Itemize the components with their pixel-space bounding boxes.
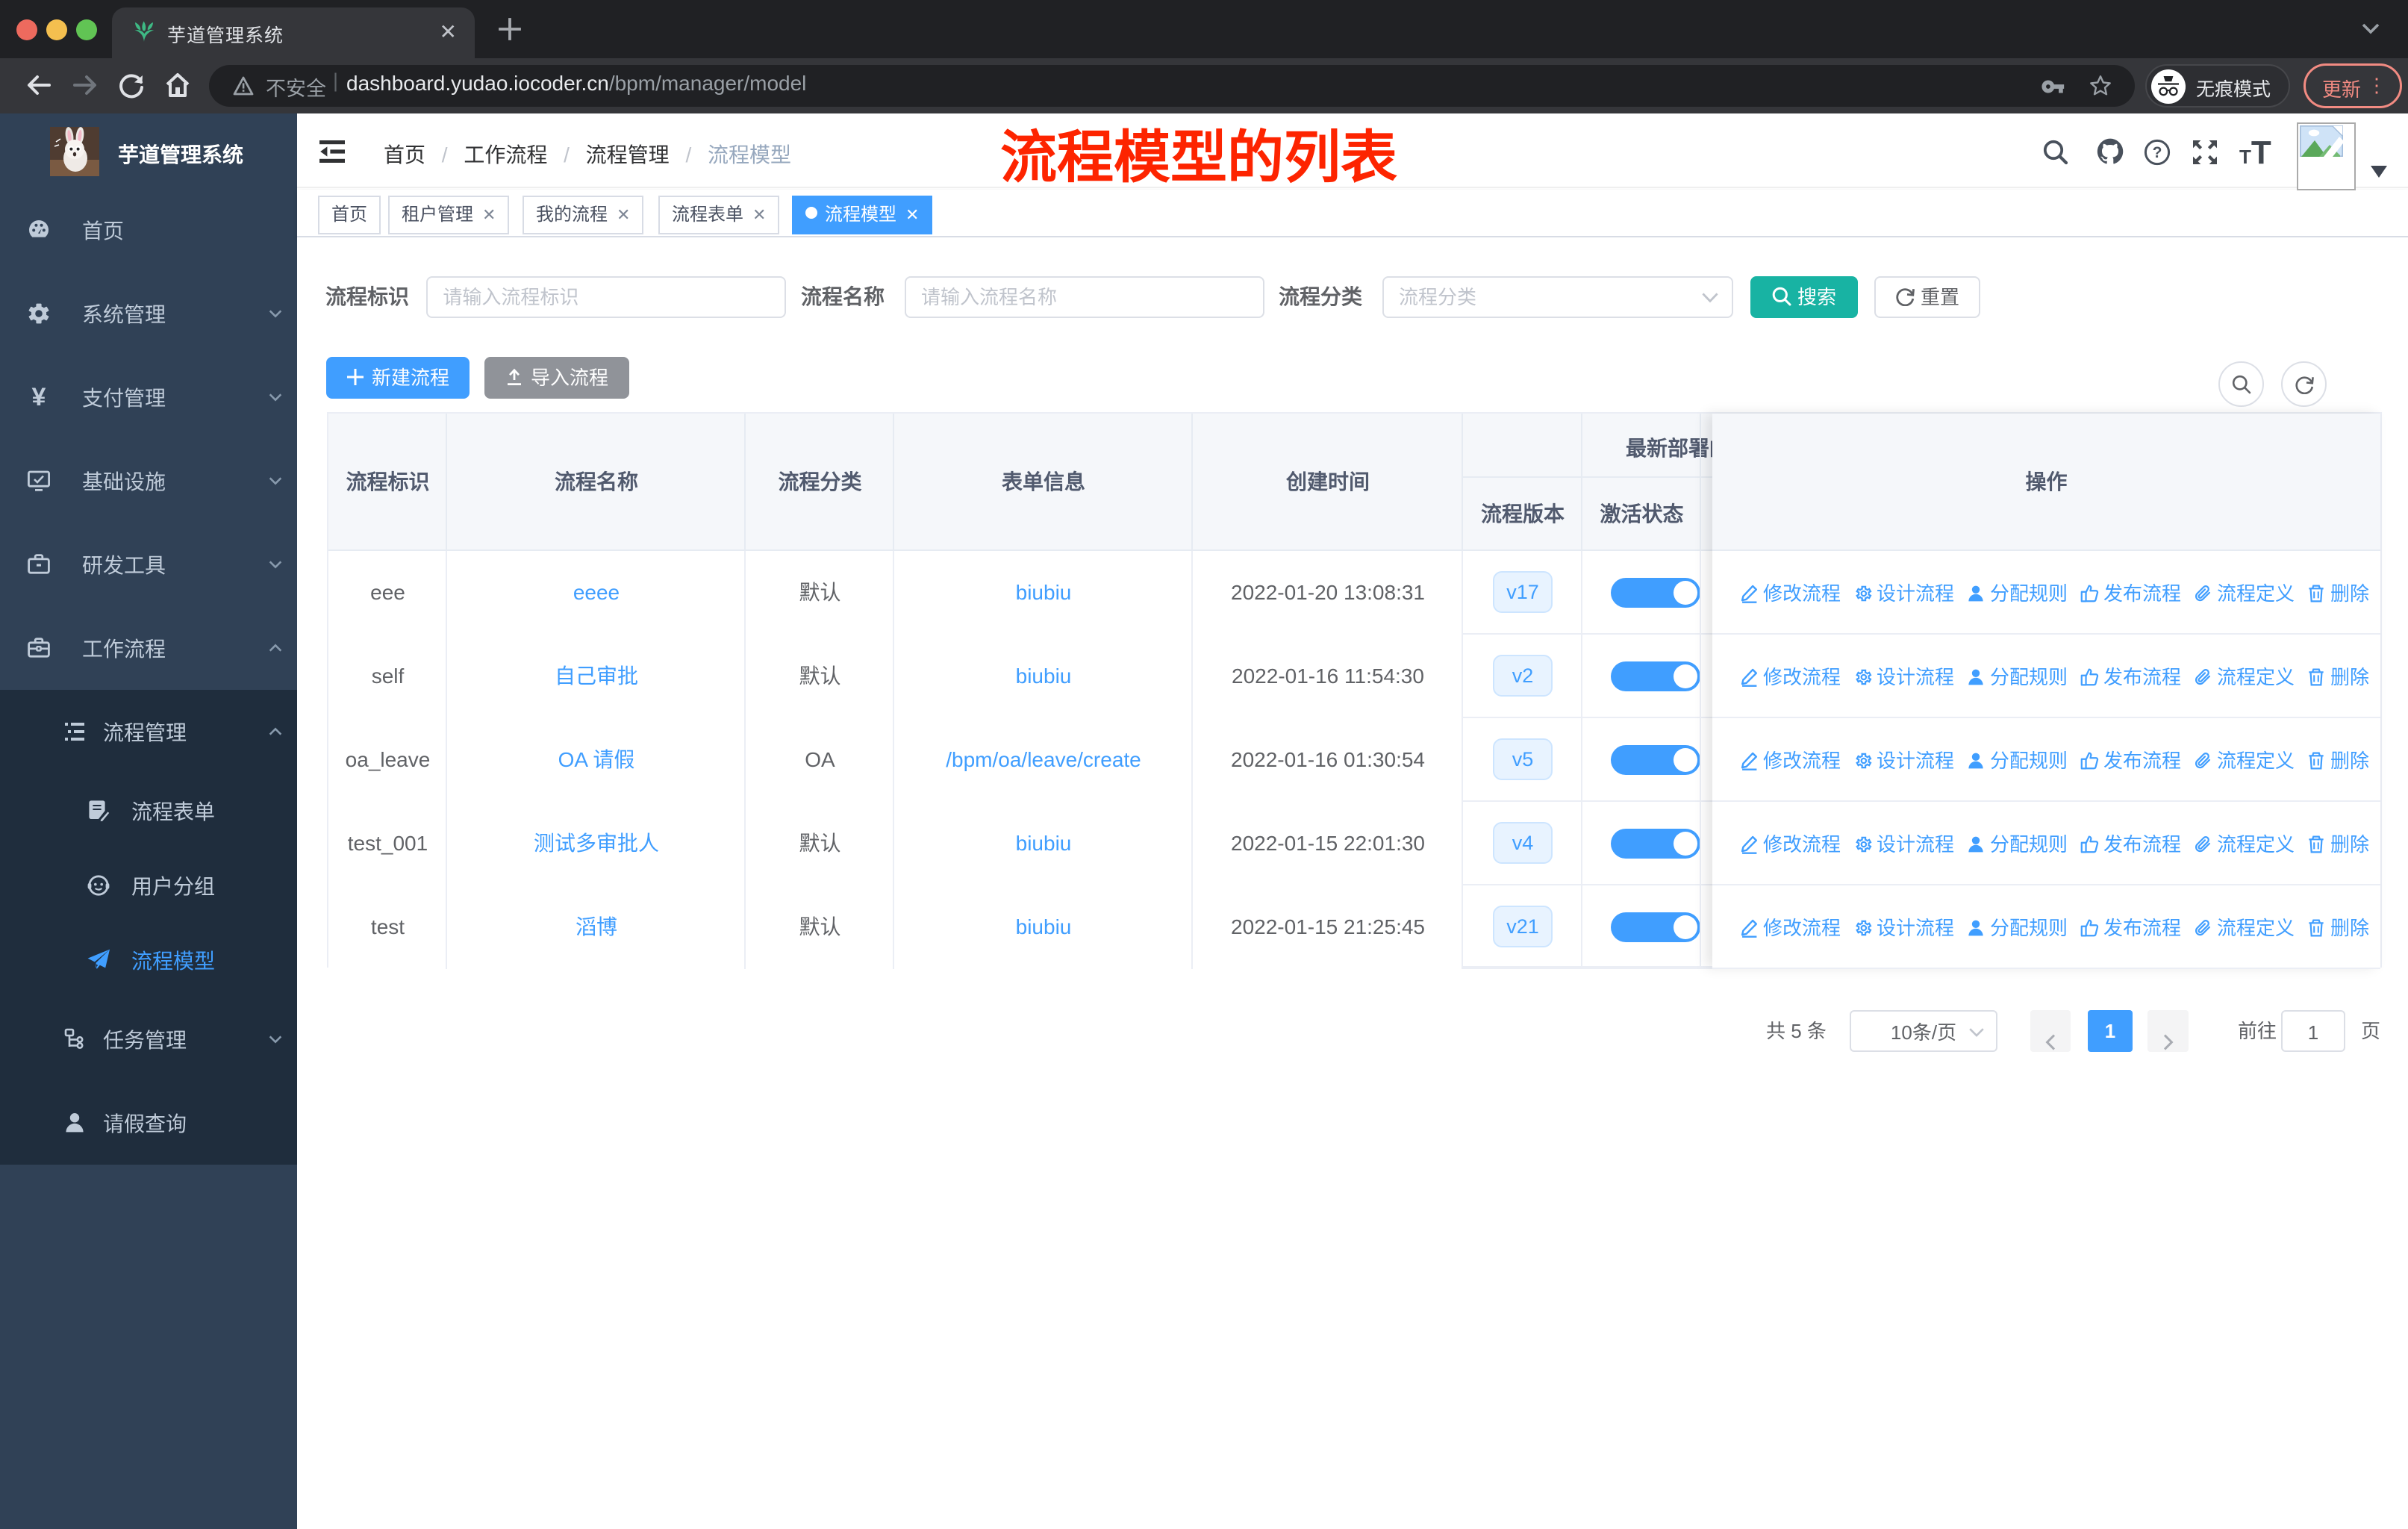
svg-text:?: ? [2153, 144, 2162, 161]
